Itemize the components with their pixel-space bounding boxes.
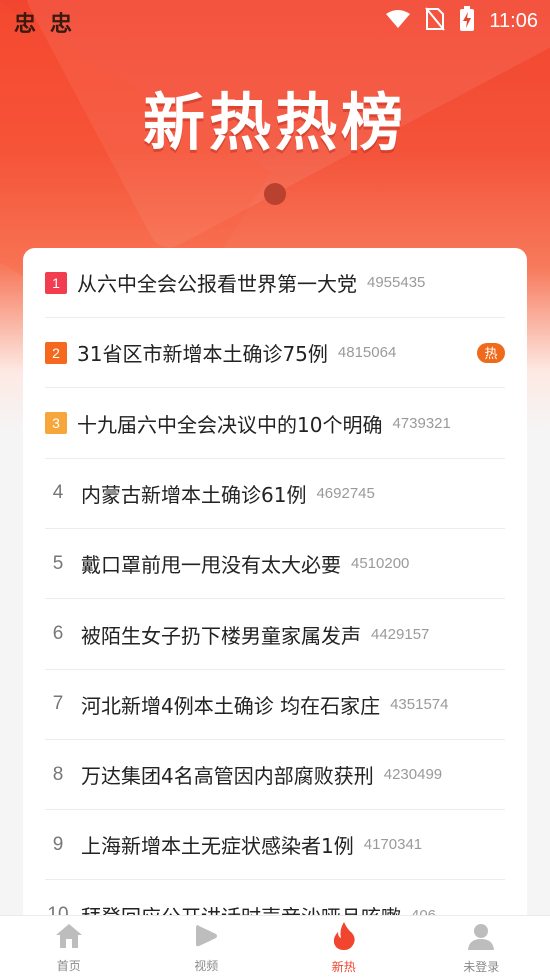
play-icon bbox=[192, 922, 220, 954]
rank-badge: 5 bbox=[52, 552, 64, 574]
hot-item-title: 内蒙古新增本土确诊61例 bbox=[81, 482, 307, 507]
bottom-tab-bar: 首页 视频 新热 未登录 bbox=[0, 915, 550, 979]
hot-item-count: 4230499 bbox=[383, 766, 443, 784]
status-bar: 忠 忠 11:06 bbox=[0, 0, 550, 40]
hot-item-title: 十九届六中全会决议中的10个明确 bbox=[77, 412, 383, 437]
rank-badge: 7 bbox=[52, 693, 64, 715]
hot-list-row[interactable]: 6 被陌生女子扔下楼男童家属发声 4429157 bbox=[45, 600, 505, 670]
app-notification-icon: 忠 bbox=[50, 12, 73, 37]
tab-label: 未登录 bbox=[463, 959, 500, 974]
flame-icon bbox=[331, 921, 357, 955]
hot-badge: 热 bbox=[477, 342, 505, 363]
rank-badge: 9 bbox=[52, 833, 64, 855]
hot-item-count: 4351574 bbox=[390, 695, 449, 713]
hot-list-row[interactable]: 9 上海新增本土无症状感染者1例 4170341 bbox=[45, 810, 505, 881]
status-time: 11:06 bbox=[489, 9, 538, 32]
banner-title: 新热热榜 bbox=[142, 86, 407, 159]
tab-hot[interactable]: 新热 bbox=[275, 916, 413, 979]
rank-badge: 8 bbox=[52, 763, 64, 785]
hot-list-row[interactable]: 7 河北新增4例本土确诊 均在石家庄 4351574 bbox=[45, 670, 505, 740]
hot-item-count: 4429157 bbox=[371, 625, 430, 643]
battery-charging-icon bbox=[459, 6, 475, 36]
hot-item-count: 4955435 bbox=[367, 274, 426, 291]
tab-profile[interactable]: 未登录 bbox=[413, 916, 550, 979]
user-icon bbox=[466, 921, 496, 955]
hot-list-row[interactable]: 8 万达集团4名高管因内部腐败获刑 4230499 bbox=[45, 740, 505, 811]
hot-item-title: 河北新增4例本土确诊 均在石家庄 bbox=[81, 693, 381, 718]
hot-list-row[interactable]: 4 内蒙古新增本土确诊61例 4692745 bbox=[45, 459, 505, 529]
hot-item-title: 31省区市新增本土确诊75例 bbox=[77, 342, 328, 367]
hot-list-row[interactable]: 2 31省区市新增本土确诊75例 4815064 热 bbox=[45, 318, 505, 389]
hot-item-count: 4692745 bbox=[316, 484, 375, 502]
hot-item-count: 4510200 bbox=[351, 555, 410, 573]
rank-badge: 3 bbox=[45, 412, 67, 435]
no-sim-icon bbox=[425, 7, 446, 35]
rank-badge: 1 bbox=[45, 271, 67, 294]
carousel-indicator-dot[interactable] bbox=[264, 183, 286, 205]
hot-item-title: 从六中全会公报看世界第一大党 bbox=[77, 272, 357, 296]
app-notification-icon: 忠 bbox=[14, 12, 37, 37]
hot-list-row[interactable]: 5 戴口罩前甩一甩没有太大必要 4510200 bbox=[45, 529, 505, 600]
hot-item-title: 被陌生女子扔下楼男童家属发声 bbox=[81, 623, 361, 648]
hot-item-title: 戴口罩前甩一甩没有太大必要 bbox=[81, 553, 341, 578]
hot-list-row[interactable]: 1 从六中全会公报看世界第一大党 4955435 bbox=[45, 248, 505, 318]
home-icon bbox=[54, 922, 84, 954]
tab-video[interactable]: 视频 bbox=[138, 916, 276, 979]
wifi-icon bbox=[385, 9, 411, 33]
tab-label: 首页 bbox=[56, 958, 81, 973]
rank-badge: 2 bbox=[45, 341, 67, 364]
rank-badge: 4 bbox=[52, 482, 64, 504]
hot-list-card: 1 从六中全会公报看世界第一大党 4955435 2 31省区市新增本土确诊75例 481… bbox=[23, 248, 527, 948]
hot-item-count: 4815064 bbox=[337, 344, 397, 362]
hot-item-title: 万达集团4名高管因内部腐败获刑 bbox=[81, 764, 374, 789]
hot-list-row[interactable]: 3 十九届六中全会决议中的10个明确 4739321 bbox=[45, 389, 505, 459]
rank-badge: 6 bbox=[52, 623, 64, 644]
hot-item-count: 4170341 bbox=[363, 836, 423, 854]
hot-item-count: 4739321 bbox=[392, 414, 451, 432]
tab-label: 视频 bbox=[194, 958, 219, 973]
hot-item-title: 上海新增本土无症状感染者1例 bbox=[81, 834, 354, 859]
tab-home[interactable]: 首页 bbox=[0, 916, 138, 979]
tab-label: 新热 bbox=[331, 959, 356, 974]
